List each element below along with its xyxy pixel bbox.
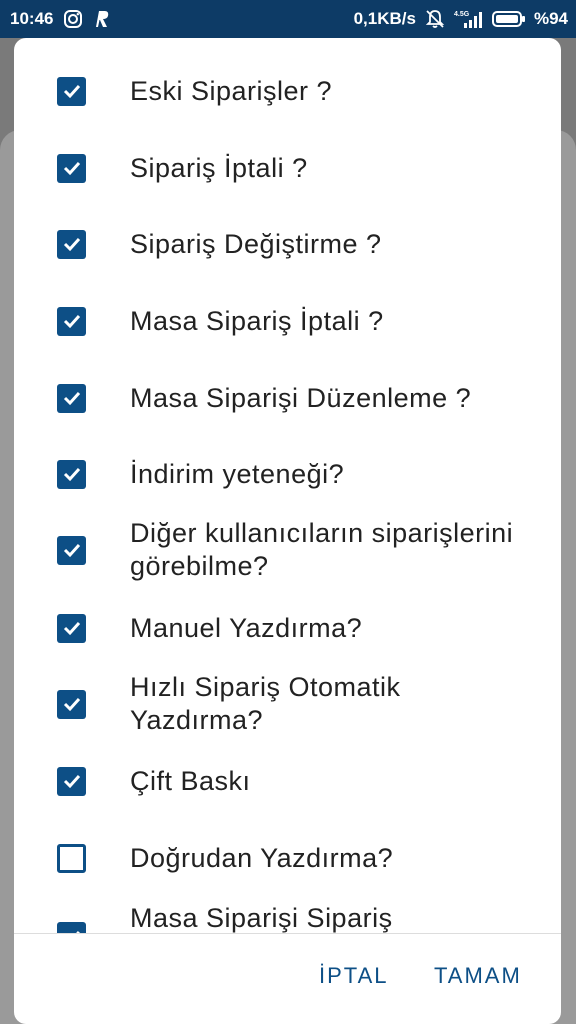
checkbox[interactable] — [57, 535, 86, 565]
permissions-list[interactable]: Eski Siparişler ? Sipariş İptali ? Sipar… — [14, 38, 561, 933]
check-icon — [63, 314, 80, 329]
check-icon — [63, 161, 80, 176]
status-time: 10:46 — [10, 9, 54, 28]
checkbox[interactable] — [57, 459, 86, 489]
ok-button[interactable]: TAMAM — [434, 963, 522, 989]
status-network-speed: 0,1KB/s — [353, 9, 416, 28]
list-item-label: Eski Siparişler ? — [130, 75, 333, 106]
list-item-manuel-yazdirma[interactable]: Manuel Yazdırma? — [14, 611, 561, 645]
checkbox[interactable] — [57, 306, 86, 336]
checkbox[interactable] — [57, 153, 86, 183]
list-item-label: Masa Siparişi Düzenleme ? — [130, 382, 472, 413]
checkbox[interactable] — [57, 383, 86, 413]
network-type: 4.5G — [454, 11, 470, 18]
list-item-label: Masa Siparişi Sipariş — [130, 903, 393, 933]
check-icon — [63, 84, 80, 99]
checkbox[interactable] — [57, 229, 86, 259]
list-item-diger-kullanicilar[interactable]: Diğer kullanıcıların siparişlerini göreb… — [14, 517, 561, 583]
list-item-indirim-yetenegi[interactable]: İndirim yeteneği? — [14, 457, 561, 491]
check-icon — [63, 543, 80, 558]
checkbox[interactable] — [57, 689, 86, 719]
check-icon — [63, 391, 80, 406]
list-item-label: Çift Baskı — [130, 765, 251, 796]
check-icon — [63, 237, 80, 252]
list-item-label: Manuel Yazdırma? — [130, 612, 363, 643]
list-item-label: Doğrudan Yazdırma? — [130, 842, 394, 873]
list-item-siparis-degistirme[interactable]: Sipariş Değiştirme ? — [14, 227, 561, 261]
checkbox[interactable] — [57, 766, 86, 796]
check-icon — [63, 697, 80, 712]
list-item-label: Sipariş Değiştirme ? — [130, 228, 382, 259]
checkbox[interactable] — [57, 613, 86, 643]
list-item-label: İndirim yeteneği? — [130, 458, 345, 489]
check-icon — [63, 621, 80, 636]
actions-divider — [14, 933, 561, 934]
list-item-hizli-siparis[interactable]: Hızlı Sipariş Otomatik Yazdırma? — [14, 671, 561, 737]
checkbox[interactable] — [57, 843, 86, 873]
instagram-icon — [63, 9, 83, 29]
checkbox[interactable] — [57, 922, 86, 933]
list-item-eski-siparisler[interactable]: Eski Siparişler ? — [14, 74, 561, 108]
battery-icon — [491, 10, 526, 28]
list-item-masa-siparisi-duzenleme[interactable]: Masa Siparişi Düzenleme ? — [14, 381, 561, 415]
check-icon — [63, 467, 80, 482]
list-item-label: Diğer kullanıcıların siparişlerini göreb… — [130, 518, 514, 581]
check-icon — [75, 930, 80, 933]
list-item-masa-siparis-iptali[interactable]: Masa Sipariş İptali ? — [14, 304, 561, 338]
list-item-label: Masa Sipariş İptali ? — [130, 305, 384, 336]
list-item-dogrudan-yazdirma[interactable]: Doğrudan Yazdırma? — [14, 841, 561, 875]
list-item-label: Hızlı Sipariş Otomatik Yazdırma? — [130, 672, 401, 735]
signal-icon: 4.5G — [454, 8, 484, 30]
r-app-icon — [93, 9, 111, 29]
list-item-siparis-iptali[interactable]: Sipariş İptali ? — [14, 151, 561, 185]
permissions-dialog: Eski Siparişler ? Sipariş İptali ? Sipar… — [14, 38, 561, 1024]
list-item-masa-siparisi-siparis[interactable]: Masa Siparişi Sipariş — [14, 902, 561, 933]
cancel-button[interactable]: İPTAL — [319, 963, 389, 989]
check-icon — [63, 774, 80, 789]
notifications-off-icon — [424, 8, 446, 30]
list-item-cift-baski[interactable]: Çift Baskı — [14, 764, 561, 798]
status-bar: 10:46 0,1KB/s 4.5G %94 — [0, 0, 576, 38]
list-item-label: Sipariş İptali ? — [130, 152, 308, 183]
checkbox[interactable] — [57, 76, 86, 106]
status-battery: %94 — [533, 9, 568, 28]
dialog-actions: İPTAL TAMAM — [14, 963, 561, 1003]
